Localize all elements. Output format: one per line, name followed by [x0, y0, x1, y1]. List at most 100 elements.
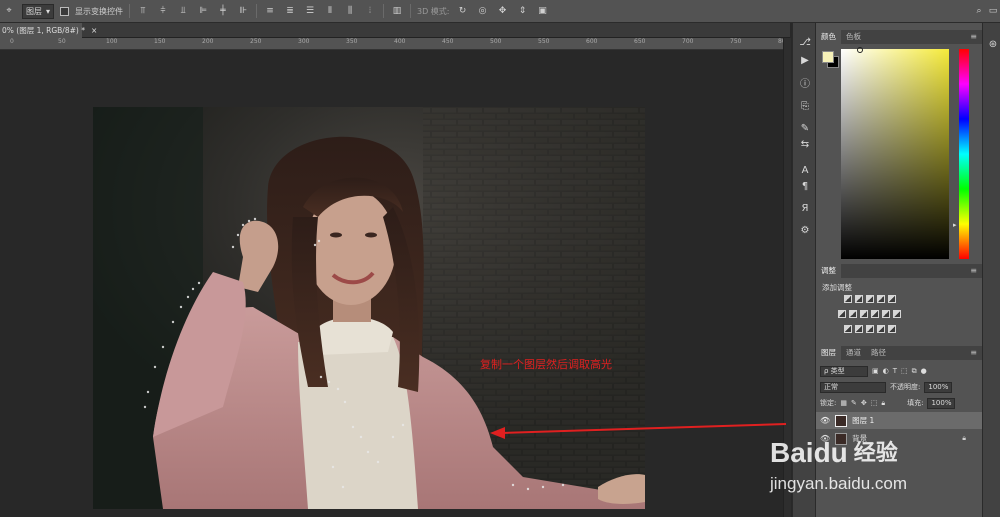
- auto-select-dropdown[interactable]: 图层 ▾: [22, 3, 55, 19]
- fill-field[interactable]: 100%: [927, 397, 956, 409]
- lock-row: 锁定: ▦ ✎ ✥ ⬚ 🔒︎ 填充: 100%: [820, 397, 956, 409]
- align-top-icon[interactable]: ⫪: [136, 4, 150, 18]
- paragraph-icon[interactable]: ¶: [797, 179, 813, 193]
- watermark-brand: Baidu: [770, 437, 848, 468]
- search-icon[interactable]: ⌕: [972, 4, 986, 18]
- document-tab-title: 0% (图层 1, RGB/8#) *: [2, 26, 85, 35]
- glyphs-icon[interactable]: Я: [797, 201, 813, 215]
- document-tab[interactable]: 0% (图层 1, RGB/8#) * ×: [0, 23, 97, 38]
- info-icon[interactable]: ⓘ: [797, 75, 813, 90]
- align-hcenter-icon[interactable]: ╪: [216, 4, 230, 18]
- brightness-icon[interactable]: [843, 295, 852, 303]
- vibrance-icon[interactable]: [887, 295, 896, 303]
- panel-menu-icon[interactable]: ≡: [970, 32, 977, 41]
- tab-layers[interactable]: 图层: [816, 345, 841, 360]
- posterize-icon[interactable]: [854, 325, 863, 333]
- layers-panel-tabs: 图层 通道 路径 ≡: [816, 345, 982, 360]
- tab-swatches[interactable]: 色板: [841, 29, 866, 44]
- tab-color[interactable]: 颜色: [816, 29, 841, 44]
- filter-adjust-icon[interactable]: ◐: [883, 367, 889, 375]
- align-vcenter-icon[interactable]: ⫩: [156, 4, 170, 18]
- panel-menu-icon[interactable]: ≡: [970, 348, 977, 357]
- hue-slider-handle[interactable]: ▸: [953, 221, 957, 229]
- color-picker-cursor[interactable]: [857, 47, 863, 53]
- opacity-field[interactable]: 100%: [924, 381, 953, 393]
- adjustments-panel-tabs: 调整 ≡: [816, 263, 982, 278]
- exposure-icon[interactable]: [876, 295, 885, 303]
- character-icon[interactable]: A: [797, 163, 813, 177]
- foreground-swatch[interactable]: [822, 51, 834, 63]
- gradient-map-icon[interactable]: [876, 325, 885, 333]
- tab-adjustments[interactable]: 调整: [816, 263, 841, 278]
- divider: [410, 4, 412, 18]
- 3d-panel-icon[interactable]: ⚙: [797, 223, 813, 237]
- distribute-hcenter-icon[interactable]: ⫼: [343, 4, 357, 18]
- filter-shape-icon[interactable]: ⬚: [901, 367, 908, 375]
- channel-mixer-icon[interactable]: [881, 310, 890, 318]
- divider: [129, 4, 131, 18]
- roll-3d-icon[interactable]: ◎: [476, 4, 490, 18]
- filter-toggle-icon[interactable]: ●: [921, 367, 927, 375]
- slide-3d-icon[interactable]: ⇕: [516, 4, 530, 18]
- clone-source-icon[interactable]: ⎘: [797, 99, 813, 113]
- color-field[interactable]: [841, 47, 949, 259]
- invert-icon[interactable]: [843, 325, 852, 333]
- brush-settings-icon[interactable]: ⇆: [797, 137, 813, 151]
- distribute-left-icon[interactable]: ⦀: [323, 4, 337, 18]
- black-white-icon[interactable]: [859, 310, 868, 318]
- ruler-label: 550: [538, 38, 550, 45]
- photo-filter-icon[interactable]: [870, 310, 879, 318]
- blend-mode-value: 正常: [824, 383, 838, 391]
- history-icon[interactable]: ⎇: [797, 35, 813, 49]
- distribute-bottom-icon[interactable]: ☰: [303, 4, 317, 18]
- blend-mode-dropdown[interactable]: 正常: [820, 381, 886, 393]
- lock-pixels-icon[interactable]: ✎: [851, 399, 857, 407]
- pan-3d-icon[interactable]: ✥: [496, 4, 510, 18]
- fill-label: 填充:: [907, 399, 924, 407]
- hue-slider[interactable]: [959, 49, 969, 259]
- distribute-top-icon[interactable]: ≡: [263, 4, 277, 18]
- hue-saturation-icon[interactable]: [837, 310, 846, 318]
- libraries-icon[interactable]: ⊛: [985, 37, 1000, 51]
- close-icon[interactable]: ×: [91, 26, 97, 35]
- curves-icon[interactable]: [865, 295, 874, 303]
- horizontal-ruler: 0 50 100 150 200 250 300 350 400 450 500 550 600 650 7…: [0, 38, 783, 50]
- tab-paths[interactable]: 路径: [866, 345, 891, 360]
- threshold-icon[interactable]: [865, 325, 874, 333]
- filter-smart-icon[interactable]: ⧉: [912, 367, 917, 376]
- layer-filter-dropdown[interactable]: ρ 类型: [820, 365, 868, 377]
- align-right-icon[interactable]: ⊪: [236, 4, 250, 18]
- color-lookup-icon[interactable]: [892, 310, 901, 318]
- tool-preset-icon[interactable]: ⌖: [2, 4, 16, 18]
- photo-illustration: [93, 107, 645, 509]
- color-balance-icon[interactable]: [848, 310, 857, 318]
- rotate-3d-icon[interactable]: ↻: [456, 4, 470, 18]
- align-left-icon[interactable]: ⊫: [196, 4, 210, 18]
- scale-3d-icon[interactable]: ▣: [536, 4, 550, 18]
- selective-color-icon[interactable]: [887, 325, 896, 333]
- actions-play-icon[interactable]: ▶: [797, 53, 813, 67]
- adjustment-row-2: [836, 310, 902, 318]
- layer-thumbnail: [835, 414, 848, 427]
- lock-artboard-icon[interactable]: ⬚: [871, 399, 878, 407]
- lock-position-icon[interactable]: ✥: [861, 399, 867, 407]
- visibility-eye-icon[interactable]: 👁︎: [820, 416, 830, 425]
- filter-type-icon[interactable]: T: [893, 367, 897, 375]
- lock-transparent-icon[interactable]: ▦: [840, 399, 847, 407]
- brush-icon[interactable]: ✎: [797, 121, 813, 135]
- distribute-vcenter-icon[interactable]: ≣: [283, 4, 297, 18]
- layer-row-selected[interactable]: 👁︎ 图层 1: [816, 412, 982, 429]
- layer-filter-value: ρ 类型: [824, 367, 845, 375]
- show-transform-checkbox[interactable]: [60, 6, 70, 16]
- tab-channels[interactable]: 通道: [841, 345, 866, 360]
- layer-name[interactable]: 图层 1: [852, 415, 874, 426]
- auto-align-icon[interactable]: ▥: [390, 4, 404, 18]
- distribute-right-icon[interactable]: ⦙: [363, 4, 377, 18]
- document-image[interactable]: [93, 107, 645, 509]
- lock-all-icon[interactable]: 🔒︎: [881, 399, 885, 408]
- filter-pixel-icon[interactable]: ▣: [872, 367, 879, 375]
- panel-menu-icon[interactable]: ≡: [970, 266, 977, 275]
- align-bottom-icon[interactable]: ⫫: [176, 4, 190, 18]
- workspace-icon[interactable]: ▭: [986, 4, 1000, 18]
- levels-icon[interactable]: [854, 295, 863, 303]
